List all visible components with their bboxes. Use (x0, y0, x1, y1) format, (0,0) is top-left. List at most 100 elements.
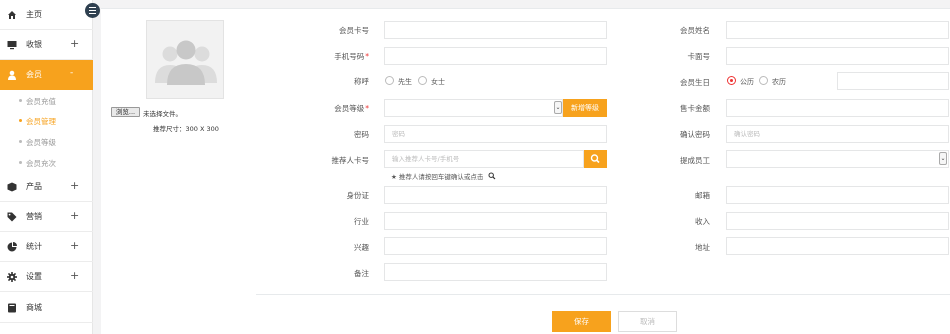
referrer-hint: ★ 推荐人请按回车键确认或点击 (391, 171, 496, 181)
search-button[interactable] (584, 150, 607, 168)
collapse-icon: - (70, 68, 74, 78)
email-input[interactable] (726, 186, 949, 204)
sidebar-item-home[interactable]: 主页 (0, 0, 93, 30)
card-no-input[interactable] (384, 21, 607, 39)
staff-select[interactable] (726, 150, 949, 168)
income-input[interactable] (726, 212, 949, 230)
chevron-down-icon[interactable]: ⌄ (554, 101, 562, 114)
radio-lunar-label: 农历 (772, 78, 786, 86)
password-input[interactable]: 密码 (384, 125, 607, 143)
face-no-input[interactable] (726, 47, 949, 65)
tag-icon (7, 212, 17, 222)
avatar-placeholder[interactable] (146, 20, 224, 99)
email-label: 邮箱 (695, 191, 710, 200)
sidebar-item-member[interactable]: 会员 - (0, 60, 93, 90)
expand-icon: + (70, 37, 80, 50)
form-divider (256, 294, 950, 295)
sidebar-item-label: 商城 (26, 303, 42, 312)
book-icon (8, 303, 16, 313)
chevron-down-icon[interactable]: ⌄ (939, 152, 947, 165)
id-card-label: 身份证 (346, 191, 370, 200)
industry-label: 行业 (354, 217, 369, 226)
user-icon (8, 70, 16, 80)
name-input[interactable] (726, 21, 949, 39)
radio-ms-label: 女士 (431, 78, 445, 86)
sidebar-item-label: 统计 (26, 242, 42, 251)
sidebar-subitem-manage[interactable]: 会员管理 (19, 116, 56, 127)
address-label: 地址 (695, 243, 710, 252)
remark-input[interactable] (384, 263, 607, 281)
required-mark: * (365, 52, 369, 61)
save-button[interactable]: 保存 (552, 311, 611, 332)
birthday-label: 会员生日 (680, 78, 710, 87)
bullet-icon (19, 99, 22, 102)
remark-label: 备注 (354, 269, 369, 278)
sidebar-item-label: 主页 (26, 10, 42, 19)
radio-mr[interactable] (385, 76, 394, 85)
add-level-button[interactable]: 新增等级 (563, 99, 607, 117)
cancel-button[interactable]: 取消 (618, 311, 677, 332)
expand-icon: + (70, 239, 80, 252)
sidebar-item-settings[interactable]: 设置 + (0, 262, 93, 292)
sidebar-item-statistics[interactable]: 统计 + (0, 232, 93, 262)
address-input[interactable] (726, 237, 949, 255)
card-no-label: 会员卡号 (339, 26, 369, 35)
bullet-icon (19, 140, 22, 143)
sidebar-item-product[interactable]: 产品 + (0, 172, 93, 202)
no-file-text: 未选择文件。 (143, 110, 182, 118)
gear-icon (7, 272, 17, 282)
search-icon[interactable] (488, 172, 496, 180)
radio-lunar[interactable] (759, 76, 768, 85)
menu-toggle-icon[interactable] (85, 3, 100, 18)
sidebar-item-label: 产品 (26, 182, 42, 191)
sidebar-item-marketing[interactable]: 营销 + (0, 202, 93, 232)
top-bar (101, 0, 950, 4)
sidebar-item-cashier[interactable]: 收银 + (0, 30, 93, 60)
radio-ms[interactable] (418, 76, 427, 85)
interest-label: 兴趣 (354, 243, 369, 252)
card-price-input[interactable] (726, 99, 949, 117)
staff-label: 提成员工 (680, 156, 710, 165)
password-label: 密码 (354, 130, 369, 139)
required-mark: * (365, 104, 369, 113)
level-select[interactable] (384, 99, 563, 117)
level-label: 会员等级* (334, 104, 369, 113)
interest-input[interactable] (384, 237, 607, 255)
box-icon (7, 182, 17, 192)
income-label: 收入 (695, 217, 710, 226)
pie-chart-icon (7, 242, 17, 252)
id-card-input[interactable] (384, 186, 607, 204)
name-label: 会员姓名 (680, 26, 710, 35)
people-icon (155, 40, 217, 85)
bullet-icon (19, 119, 22, 122)
sidebar: 主页 收银 + 会员 - 会员充值 会员管理 会员等级 会员充次 产品 + 营销… (0, 0, 93, 334)
referrer-label: 推荐人卡号 (331, 156, 370, 165)
sidebar-subitem-count[interactable]: 会员充次 (19, 158, 56, 169)
sidebar-subitem-recharge[interactable]: 会员充值 (19, 96, 56, 107)
sidebar-item-label: 营销 (26, 212, 42, 221)
confirm-password-label: 确认密码 (680, 130, 710, 139)
referrer-input[interactable]: 输入推荐人卡号/手机号 (384, 150, 584, 168)
browse-button[interactable]: 浏览... (111, 107, 140, 117)
expand-icon: + (70, 209, 80, 222)
title-label: 称呼 (354, 77, 369, 86)
size-hint: 推荐尺寸：300 X 300 (153, 125, 219, 133)
expand-icon: + (70, 269, 80, 282)
search-icon (590, 154, 600, 164)
phone-input[interactable] (384, 47, 607, 65)
industry-input[interactable] (384, 212, 607, 230)
birthday-input[interactable] (837, 72, 949, 90)
radio-solar-label: 公历 (740, 78, 754, 86)
card-price-label: 售卡金额 (680, 104, 710, 113)
sidebar-item-label: 收银 (26, 40, 42, 49)
phone-label: 手机号码* (334, 52, 369, 61)
sidebar-item-label: 会员 (26, 70, 42, 79)
monitor-icon (7, 41, 17, 50)
radio-solar[interactable] (727, 76, 736, 85)
home-icon (8, 11, 16, 19)
sidebar-item-label: 设置 (26, 272, 42, 281)
expand-icon: + (70, 179, 80, 192)
sidebar-subitem-level[interactable]: 会员等级 (19, 137, 56, 148)
sidebar-item-mall[interactable]: 商城 (0, 293, 93, 323)
confirm-password-input[interactable]: 确认密码 (726, 125, 949, 143)
